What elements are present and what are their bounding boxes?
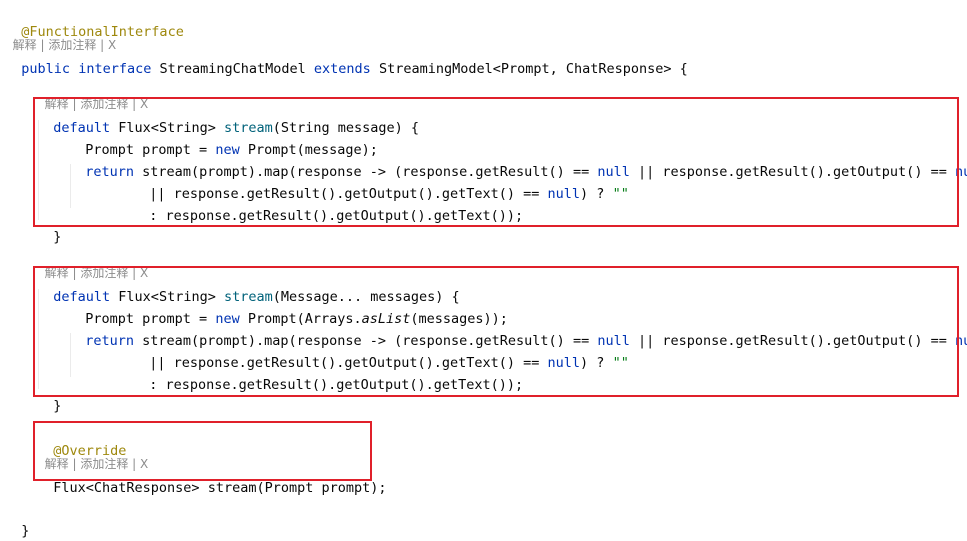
annotation-functional-interface: @FunctionalInterface: [5, 2, 184, 40]
brace: }: [21, 523, 30, 539]
interface-close-brace: }: [5, 501, 29, 539]
code-lens-method-1: 解释 | 添加注释 | X: [37, 80, 149, 111]
code-lens-method-2: 解释 | 添加注释 | X: [37, 249, 149, 280]
interface-name: StreamingChatModel: [151, 61, 314, 77]
highlight-box-method-2: [33, 266, 959, 397]
keyword-extends: extends: [313, 61, 371, 77]
brace: }: [53, 398, 62, 414]
code-lens-interface: 解释 | 添加注释 | X: [5, 21, 117, 52]
highlight-box-method-1: [33, 97, 959, 227]
highlight-box-method-3: [33, 421, 372, 481]
keyword-interface: interface: [78, 61, 152, 77]
code-text: Flux<ChatResponse> stream(Prompt prompt)…: [53, 480, 387, 496]
interface-declaration: public interface StreamingChatModel exte…: [5, 39, 688, 77]
keyword-public: public: [21, 61, 71, 77]
interface-supertype: StreamingModel<Prompt, ChatResponse> {: [370, 61, 688, 77]
brace: }: [53, 229, 62, 245]
